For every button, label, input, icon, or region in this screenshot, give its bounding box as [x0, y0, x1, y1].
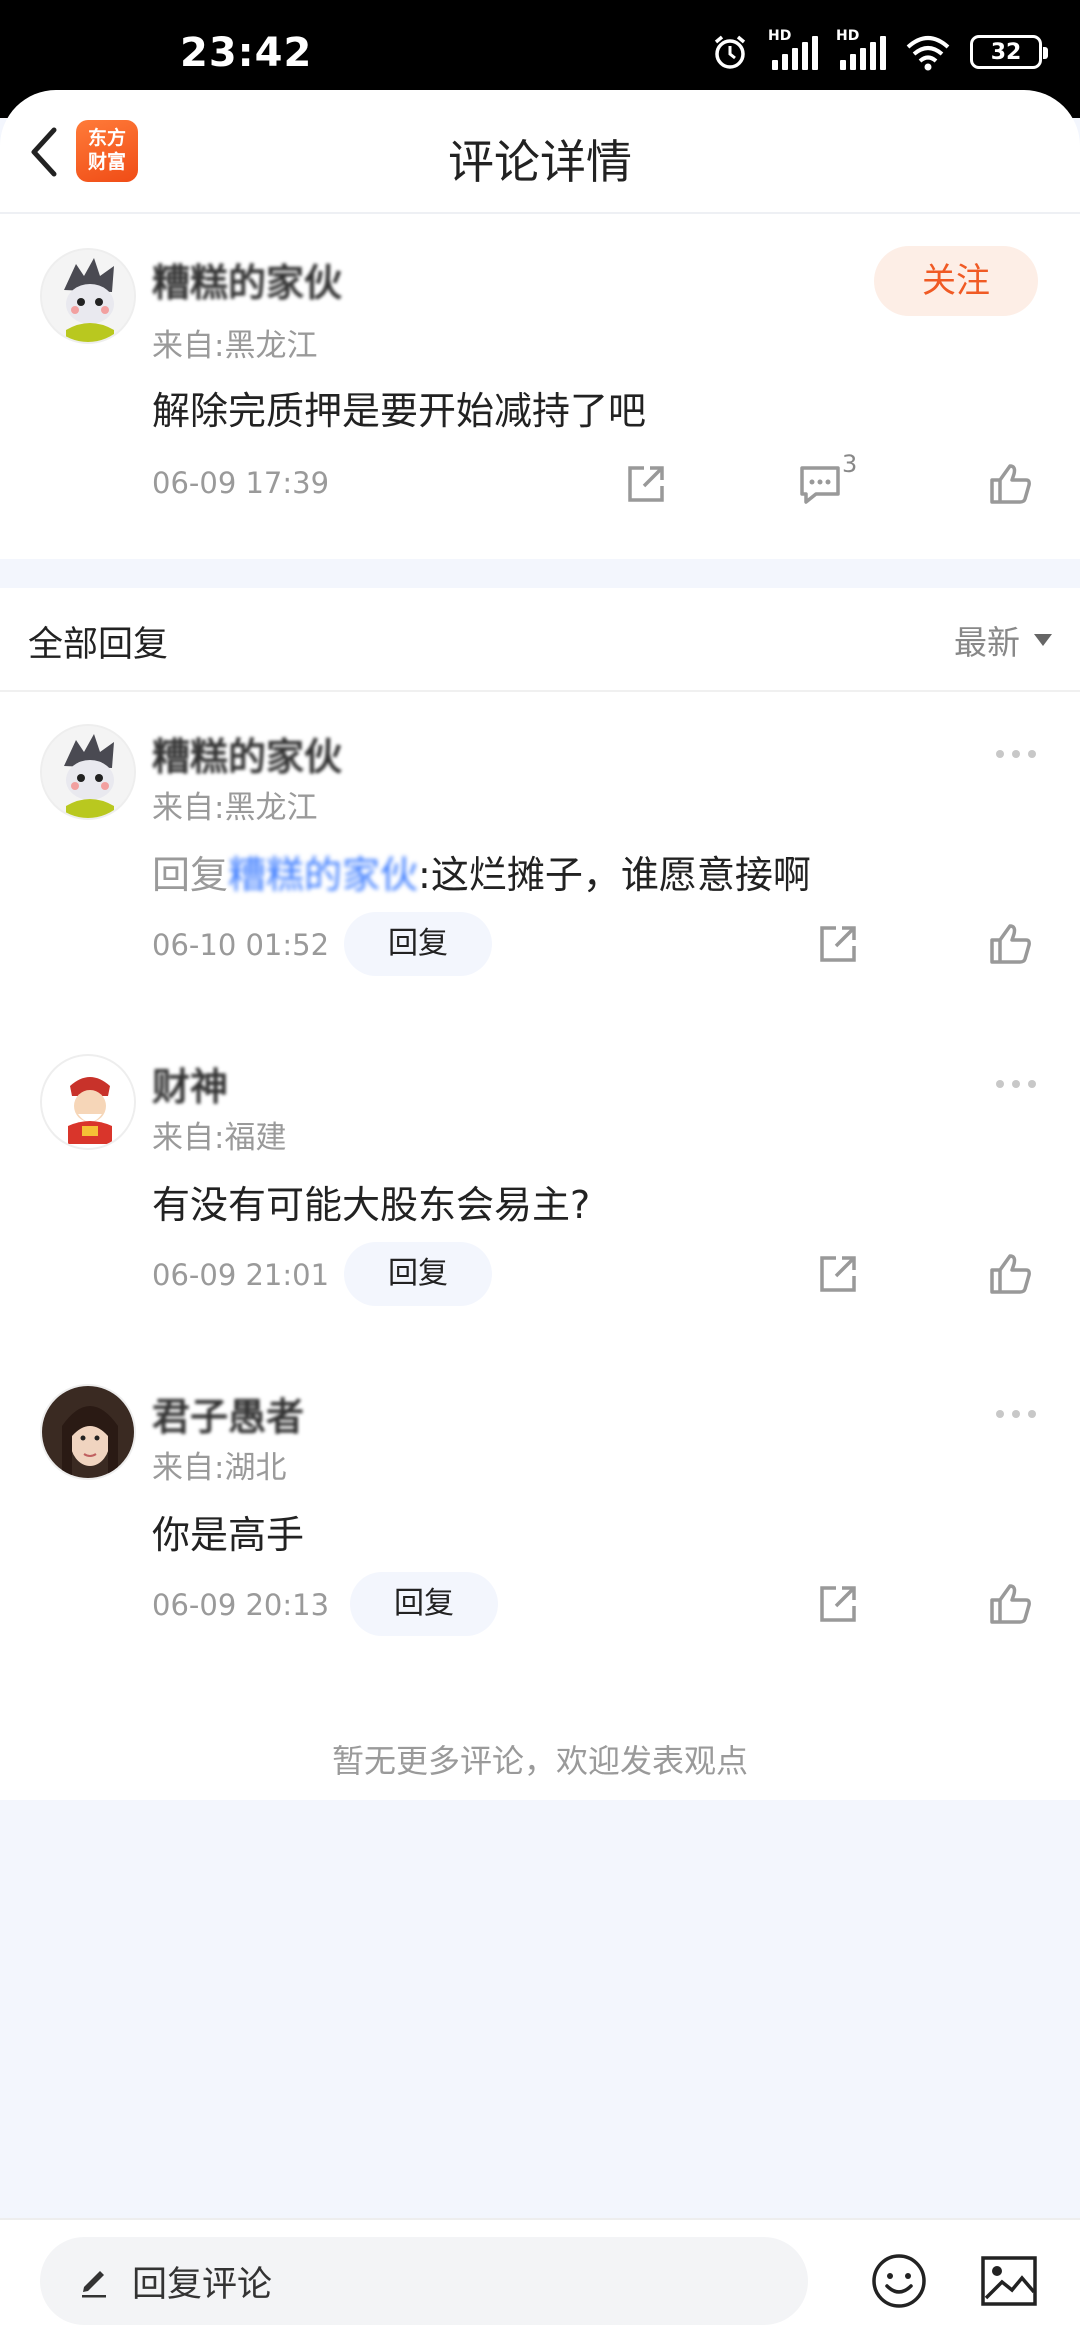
like-icon[interactable] [986, 920, 1034, 968]
reply-input-placeholder: 回复评论 [132, 2264, 273, 2305]
reply-button[interactable]: 回复 [350, 1572, 498, 1636]
hd-label-1: HD [768, 28, 792, 44]
pencil-icon [82, 2271, 106, 2298]
all-replies-label: 全部回复 [28, 625, 169, 665]
status-icons: HD HD 32 [710, 28, 1048, 72]
avatar-god-of-wealth-icon [42, 1056, 134, 1148]
replies-list: 糟糕的家伙 来自:黑龙江 回复糟糕的家伙:这烂摊子，谁愿意接啊 06-10 01… [0, 692, 1080, 1800]
reply-button[interactable]: 回复 [344, 1242, 492, 1306]
reply-content: 有没有可能大股东会易主? [152, 1183, 591, 1227]
comment-content: 解除完质押是要开始减持了吧 [152, 389, 647, 433]
like-icon[interactable] [986, 1250, 1034, 1298]
reply-count: 3 [842, 450, 858, 478]
reply-time: 06-09 21:01 [152, 1258, 330, 1292]
share-icon[interactable] [814, 1580, 862, 1628]
no-more-comments-note: 暂无更多评论，欢迎发表观点 [331, 1742, 748, 1780]
reply-time: 06-09 20:13 [152, 1588, 330, 1622]
user-location: 来自:湖北 [152, 1450, 287, 1486]
sort-dropdown[interactable]: 最新 [954, 616, 1052, 664]
username[interactable]: 糟糕的家伙 [152, 252, 342, 307]
user-location: 来自:黑龙江 [152, 328, 318, 364]
share-icon[interactable] [814, 920, 862, 968]
page-title: 评论详情 [448, 135, 632, 189]
follow-button[interactable]: 关注 [874, 246, 1038, 316]
reply-content: 你是高手 [152, 1513, 305, 1557]
reply-to-user[interactable]: 糟糕的家伙 [228, 853, 418, 897]
share-icon[interactable] [814, 1250, 862, 1298]
user-location: 来自:黑龙江 [152, 790, 318, 826]
avatar[interactable] [40, 248, 136, 344]
sort-label: 最新 [954, 623, 1020, 662]
emoji-icon[interactable] [870, 2252, 928, 2310]
more-options-icon[interactable] [996, 750, 1036, 758]
dropdown-triangle-icon [1034, 634, 1052, 646]
bottom-bar: 回复评论 [0, 2218, 1080, 2340]
avatar[interactable] [40, 1384, 136, 1480]
avatar-photo-icon [42, 1386, 134, 1478]
username[interactable]: 君子愚者 [152, 1386, 304, 1441]
share-icon[interactable] [622, 460, 670, 508]
replies-section-header: 全部回复 最新 [0, 588, 1080, 692]
battery-level: 32 [990, 39, 1022, 65]
app-header: 东方 财富 评论详情 [0, 90, 1080, 214]
like-icon[interactable] [986, 1580, 1034, 1628]
avatar[interactable] [40, 724, 136, 820]
hd-label-2: HD [836, 28, 860, 44]
signal-icon-1: HD [768, 28, 818, 70]
battery-icon: 32 [970, 35, 1048, 69]
alarm-icon [714, 35, 746, 69]
avatar-cartoon-icon [42, 726, 134, 818]
wifi-icon [906, 36, 950, 71]
reply-input[interactable]: 回复评论 [40, 2237, 808, 2325]
status-time: 23:42 [180, 30, 313, 76]
reply-button[interactable]: 回复 [344, 912, 492, 976]
signal-icon-2: HD [836, 28, 886, 70]
more-options-icon[interactable] [996, 1410, 1036, 1418]
avatar[interactable] [40, 1054, 136, 1150]
reply-time: 06-10 01:52 [152, 928, 330, 962]
username[interactable]: 财神 [152, 1056, 228, 1111]
username[interactable]: 糟糕的家伙 [152, 726, 342, 781]
user-location: 来自:福建 [152, 1120, 287, 1156]
main-comment-card: 糟糕的家伙 来自:黑龙江 关注 解除完质押是要开始减持了吧 06-09 17:3… [0, 214, 1080, 559]
reply-prefix: 回复 [152, 853, 229, 897]
more-options-icon[interactable] [996, 1080, 1036, 1088]
image-icon[interactable] [980, 2254, 1038, 2308]
avatar-cartoon-icon [42, 250, 134, 342]
comment-icon[interactable] [796, 460, 844, 508]
reply-content: 回复糟糕的家伙:这烂摊子，谁愿意接啊 [152, 844, 811, 899]
comment-time: 06-09 17:39 [152, 466, 330, 500]
like-icon[interactable] [986, 460, 1034, 508]
reply-text: :这烂摊子，谁愿意接啊 [418, 853, 811, 897]
